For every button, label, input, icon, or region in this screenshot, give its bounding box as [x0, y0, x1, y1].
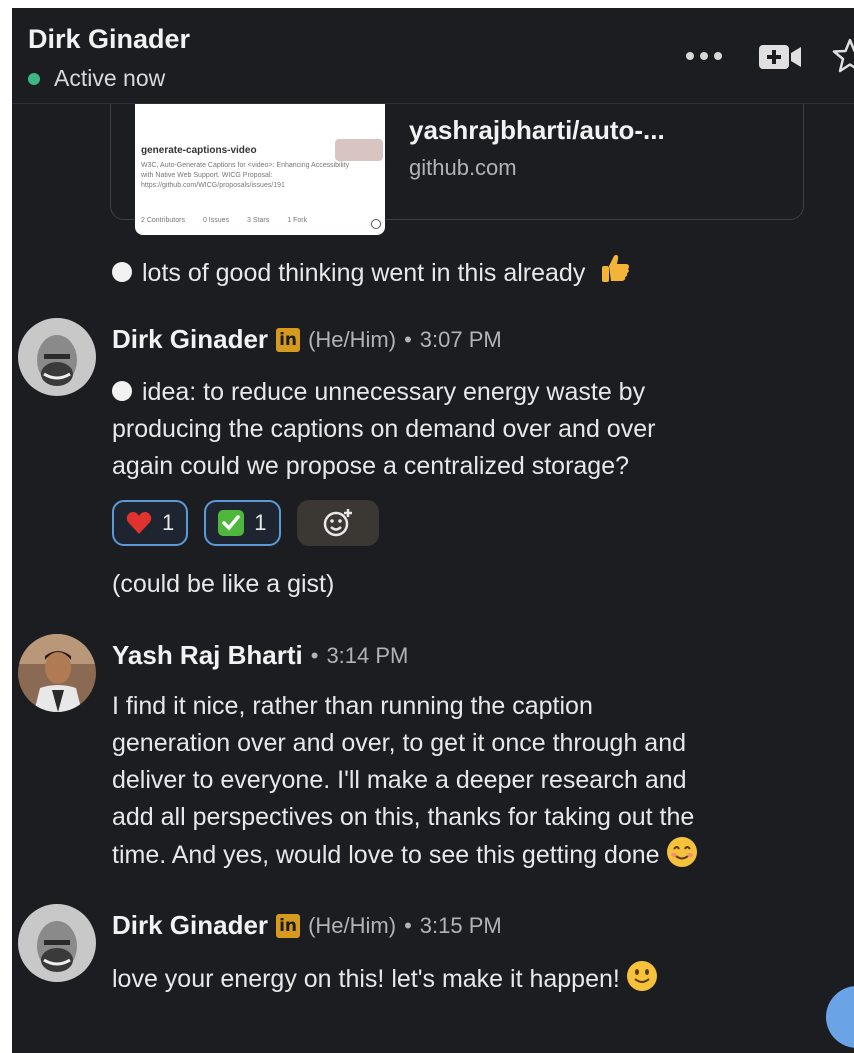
linkedin-icon: in: [276, 913, 301, 938]
message-header: Dirk Ginader in (He/Him) • 3:15 PM: [112, 910, 502, 941]
message-text: I find it nice, rather than running the …: [112, 688, 698, 874]
chat-screen: generate-captions-video W3C, Auto-Genera…: [12, 8, 854, 1053]
contact-name[interactable]: Dirk Ginader: [28, 24, 190, 55]
message-line: love your energy on this! let's make it …: [112, 965, 620, 993]
message-line-wrap: time. And yes, would love to see this ge…: [112, 836, 698, 874]
add-reaction-button[interactable]: [296, 500, 379, 546]
check-mark-emoji: [218, 510, 245, 536]
message-line: time. And yes, would love to see this ge…: [112, 841, 660, 869]
reaction-check[interactable]: 1: [204, 500, 281, 546]
separator: •: [310, 642, 319, 668]
message-time: 3:15 PM: [419, 912, 502, 938]
separator: •: [404, 326, 412, 352]
smiling-face-emoji: [666, 837, 697, 867]
reaction-heart[interactable]: 1: [112, 500, 189, 546]
thumb-image: [335, 139, 383, 161]
message-line: again could we propose a centralized sto…: [112, 452, 630, 480]
sender-name[interactable]: Dirk Ginader: [112, 324, 268, 355]
message-line-wrap: idea: to reduce unnecessary energy waste…: [112, 374, 655, 411]
link-preview-domain: github.com: [409, 155, 517, 180]
message-line: deliver to everyone. I'll make a deeper …: [112, 766, 687, 794]
message-line: lots of good thinking went in this alrea…: [142, 259, 586, 287]
link-preview-thumbnail: generate-captions-video W3C, Auto-Genera…: [135, 95, 385, 235]
avatar-dirk[interactable]: [18, 318, 96, 396]
sender-pronouns: (He/Him): [308, 326, 397, 352]
presence-status: Active now: [28, 65, 165, 92]
thumbs-up-emoji: [602, 255, 630, 282]
scroll-to-bottom-button[interactable]: [826, 986, 854, 1048]
sender-name[interactable]: Yash Raj Bharti: [112, 640, 303, 671]
reaction-count: 1: [254, 510, 267, 535]
more-icon-dot: [686, 52, 694, 60]
message-line: idea: to reduce unnecessary energy waste…: [142, 378, 646, 406]
linkedin-icon: in: [276, 327, 301, 352]
more-icon-dot: [714, 52, 722, 60]
message-text: idea: to reduce unnecessary energy waste…: [112, 374, 655, 485]
status-text: Active now: [54, 65, 166, 91]
reactions-bar: 1 1: [112, 500, 379, 546]
message-time: 3:07 PM: [419, 326, 502, 352]
github-icon: [371, 219, 381, 229]
reaction-count: 1: [162, 510, 175, 535]
bullet-icon: [112, 262, 132, 282]
chat-header: Dirk Ginader Active now: [12, 8, 854, 104]
avatar-dirk[interactable]: [18, 904, 96, 982]
slightly-smiling-emoji: [626, 961, 657, 991]
message-line: producing the captions on demand over an…: [112, 415, 656, 443]
thumb-stats: 2 Contributors 0 Issues 3 Stars 1 Fork: [141, 217, 307, 224]
video-call-button[interactable]: [758, 42, 804, 72]
message-time: 3:14 PM: [326, 642, 409, 668]
bullet-icon: [112, 381, 132, 401]
message-text: lots of good thinking went in this alrea…: [112, 252, 632, 292]
avatar-yash[interactable]: [18, 634, 96, 712]
message-line: generation over and over, to get it once…: [112, 729, 687, 757]
more-icon-dot: [700, 52, 708, 60]
message-text: love your energy on this! let's make it …: [112, 960, 658, 998]
message-header: Dirk Ginader in (He/Him) • 3:07 PM: [112, 324, 502, 355]
add-emoji-icon: [323, 509, 352, 537]
thumb-stat: 2 Contributors: [141, 217, 185, 224]
active-status-dot: [28, 72, 40, 85]
star-button[interactable]: [830, 36, 854, 76]
sender-name[interactable]: Dirk Ginader: [112, 910, 268, 941]
thumb-title: generate-captions-video: [141, 145, 257, 156]
message-line: add all perspectives on this, thanks for…: [112, 803, 695, 831]
video-plus-icon: [759, 45, 801, 69]
message-header: Yash Raj Bharti • 3:14 PM: [112, 640, 408, 671]
sender-pronouns: (He/Him): [308, 912, 397, 938]
thumb-stat: 1 Fork: [287, 217, 308, 224]
thumb-stat: 0 Issues: [202, 217, 230, 224]
message-line: I find it nice, rather than running the …: [112, 692, 593, 720]
separator: •: [404, 912, 412, 938]
more-options-button[interactable]: [672, 38, 736, 74]
heart-emoji: [126, 512, 152, 534]
message-followup: (could be like a gist): [112, 570, 335, 598]
link-preview-title[interactable]: yashrajbharti/auto-...: [409, 115, 665, 146]
star-icon: [832, 38, 854, 73]
thumb-stat: 3 Stars: [247, 217, 270, 224]
thumb-description: W3C, Auto-Generate Captions for <video>:…: [141, 162, 350, 189]
